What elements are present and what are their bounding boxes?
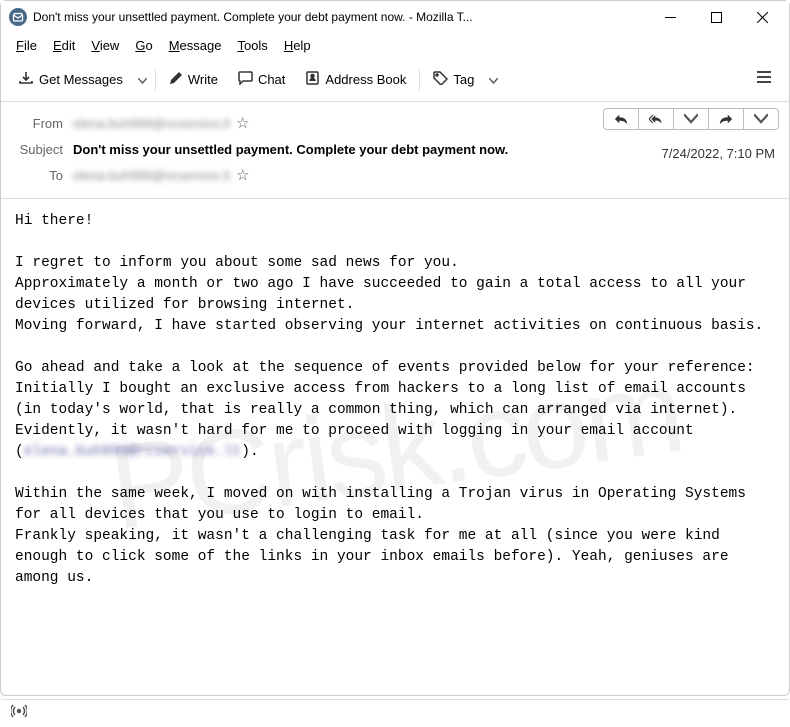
menu-file[interactable]: File — [9, 35, 44, 56]
close-button[interactable] — [739, 2, 785, 32]
menu-edit[interactable]: Edit — [46, 35, 82, 56]
reply-all-dropdown[interactable] — [674, 109, 709, 129]
write-label: Write — [188, 72, 218, 87]
menu-help[interactable]: Help — [277, 35, 318, 56]
message-header-panel: From elena.buh999@ncservice.lt ☆ Subject… — [1, 102, 789, 199]
reply-button[interactable] — [604, 109, 639, 129]
get-messages-button[interactable]: Get Messages — [9, 66, 132, 93]
chat-label: Chat — [258, 72, 285, 87]
from-value[interactable]: elena.buh999@ncservice.lt — [73, 116, 230, 131]
reply-all-button[interactable] — [639, 109, 674, 129]
get-messages-dropdown[interactable] — [134, 66, 151, 94]
write-button[interactable]: Write — [160, 66, 227, 93]
body-email-redacted: elena.buh999@rcservice.lt — [24, 444, 242, 460]
message-body-area: PCrisk.com Hi there! I regret to inform … — [1, 199, 789, 699]
get-messages-label: Get Messages — [39, 72, 123, 87]
address-book-icon — [305, 71, 320, 88]
titlebar: Don't miss your unsettled payment. Compl… — [1, 1, 789, 33]
menubar: File Edit View Go Message Tools Help — [1, 33, 789, 58]
minimize-button[interactable] — [647, 2, 693, 32]
menu-view[interactable]: View — [84, 35, 126, 56]
forward-dropdown[interactable] — [744, 109, 778, 129]
toolbar: Get Messages Write Chat Address Book Tag — [1, 58, 789, 102]
star-icon[interactable]: ☆ — [236, 114, 249, 132]
chat-button[interactable]: Chat — [229, 66, 294, 93]
tag-label: Tag — [453, 72, 474, 87]
menu-go[interactable]: Go — [128, 35, 159, 56]
app-icon — [9, 8, 27, 26]
subject-label: Subject — [13, 142, 73, 157]
message-date: 7/24/2022, 7:10 PM — [662, 146, 775, 161]
window-title: Don't miss your unsettled payment. Compl… — [33, 10, 647, 24]
forward-button[interactable] — [709, 109, 744, 129]
to-label: To — [13, 168, 73, 183]
subject-value: Don't miss your unsettled payment. Compl… — [73, 142, 508, 157]
body-p2-end: ). — [241, 444, 258, 460]
app-menu-button[interactable] — [747, 64, 781, 95]
star-icon[interactable]: ☆ — [236, 166, 249, 184]
message-body[interactable]: Hi there! I regret to inform you about s… — [1, 199, 789, 699]
address-book-button[interactable]: Address Book — [296, 66, 415, 93]
menu-tools[interactable]: Tools — [230, 35, 274, 56]
tag-icon — [433, 71, 448, 88]
from-label: From — [13, 116, 73, 131]
window-controls — [647, 2, 785, 32]
statusbar — [1, 699, 789, 727]
to-value[interactable]: elena.buh999@ncservice.lt — [73, 168, 230, 183]
body-p1: I regret to inform you about some sad ne… — [15, 255, 763, 334]
divider — [419, 69, 420, 91]
download-icon — [18, 71, 34, 88]
address-book-label: Address Book — [325, 72, 406, 87]
divider — [155, 69, 156, 91]
menu-message[interactable]: Message — [162, 35, 229, 56]
body-p3: Within the same week, I moved on with in… — [15, 486, 755, 586]
maximize-button[interactable] — [693, 2, 739, 32]
tag-dropdown[interactable] — [485, 66, 502, 94]
body-p0: Hi there! — [15, 213, 93, 229]
connection-icon[interactable] — [11, 704, 27, 723]
tag-button[interactable]: Tag — [424, 66, 483, 93]
chat-icon — [238, 71, 253, 88]
to-row: To elena.buh999@ncservice.lt ☆ — [13, 162, 777, 188]
reply-toolbar — [603, 108, 779, 130]
pen-icon — [169, 71, 183, 88]
